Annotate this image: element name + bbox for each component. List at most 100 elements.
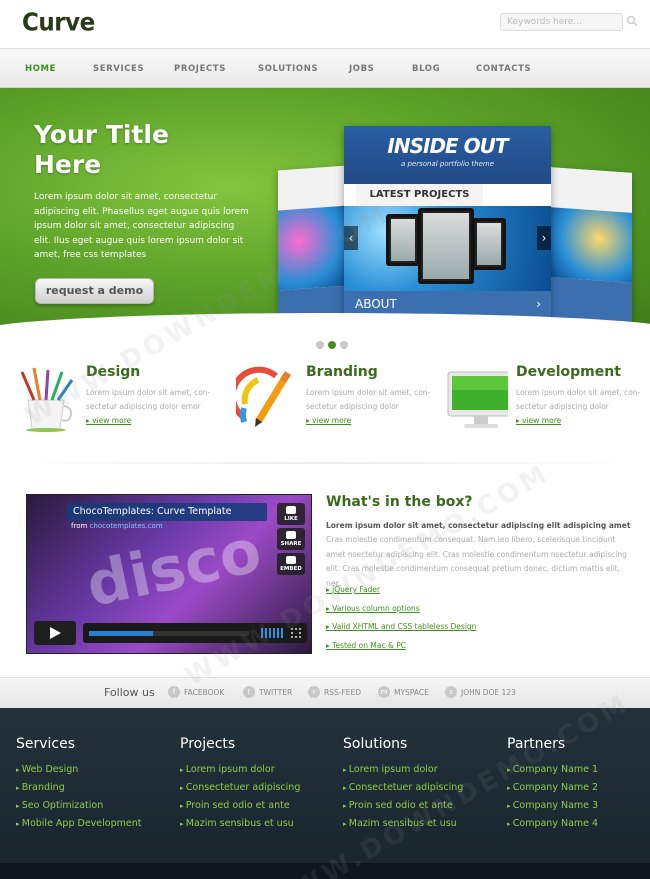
footer-link[interactable]: Mazim sensibus et usu bbox=[180, 815, 340, 833]
nav-item-solutions[interactable]: SOLUTIONS bbox=[258, 64, 318, 74]
footer-link[interactable]: Branding bbox=[16, 779, 176, 797]
box-lead: Lorem ipsum dolor sit amet, consectetur … bbox=[326, 521, 631, 530]
box-link[interactable]: jQuery Fader bbox=[326, 585, 380, 594]
slide-prev-arrow[interactable]: ‹ bbox=[344, 226, 358, 250]
nav-item-blog[interactable]: BLOG bbox=[412, 64, 440, 74]
footer-link[interactable]: Proin sed odio et ante bbox=[180, 797, 340, 815]
footer-bottom-bar bbox=[0, 863, 650, 879]
slider-dots bbox=[316, 341, 356, 351]
twitter-icon: t bbox=[243, 686, 255, 698]
slide-card-main[interactable]: INSIDE OUT a personal portfolio theme LA… bbox=[344, 126, 551, 326]
footer-col-services: Services Web Design Branding Seo Optimiz… bbox=[16, 736, 176, 833]
footer-col-projects: Projects Lorem ipsum dolor Consectetuer … bbox=[180, 736, 340, 833]
footer-col-solutions: Solutions Lorem ipsum dolor Consectetuer… bbox=[343, 736, 503, 833]
video-art: disco bbox=[80, 515, 268, 621]
footer-link[interactable]: Proin sed odio et ante bbox=[343, 797, 503, 815]
footer-link[interactable]: Lorem ipsum dolor bbox=[180, 761, 340, 779]
box-link[interactable]: Tested on Mac & PC bbox=[326, 641, 406, 650]
chevron-right-icon: › bbox=[536, 297, 541, 311]
video-source-link[interactable]: chocotemplates.com bbox=[90, 522, 163, 530]
social-twitter[interactable]: t TWITTER bbox=[243, 686, 292, 698]
footer-col-title: Solutions bbox=[343, 736, 408, 752]
slide-about-label: ABOUT bbox=[355, 297, 397, 311]
feature-text: Lorem ipsum dolor sit amet, con-sectetur… bbox=[516, 388, 641, 411]
video-player[interactable]: disco ChocoTemplates: Curve Template fro… bbox=[26, 494, 312, 654]
video-title[interactable]: ChocoTemplates: Curve Template bbox=[67, 503, 267, 521]
section-divider bbox=[20, 462, 630, 464]
video-source: from chocotemplates.com bbox=[71, 522, 163, 530]
footer-col-title: Partners bbox=[507, 736, 566, 752]
request-demo-button[interactable]: request a demo bbox=[35, 278, 154, 304]
search-icon[interactable] bbox=[626, 15, 638, 27]
footer-col-partners: Partners Company Name 1 Company Name 2 C… bbox=[507, 736, 650, 833]
tablet-image bbox=[472, 218, 506, 270]
skype-icon: s bbox=[445, 686, 457, 698]
search-input[interactable]: Keywords here... bbox=[500, 13, 623, 31]
nav-item-jobs[interactable]: JOBS bbox=[349, 64, 374, 74]
footer-link[interactable]: Consectetuer adipiscing bbox=[343, 779, 503, 797]
footer-link[interactable]: Consectetuer adipiscing bbox=[180, 779, 340, 797]
site-logo[interactable]: Curve bbox=[22, 9, 95, 38]
follow-label: Follow us bbox=[104, 686, 155, 699]
social-rss[interactable]: r RSS-FEED bbox=[308, 686, 361, 698]
footer-col-title: Services bbox=[16, 736, 76, 752]
feature-title: Branding bbox=[306, 364, 378, 380]
nav-item-contacts[interactable]: CONTACTS bbox=[476, 64, 531, 74]
footer-col-title: Projects bbox=[180, 736, 236, 752]
feature-text: Lorem ipsum dolor sit amet, con-sectetur… bbox=[306, 388, 431, 411]
nav-item-home[interactable]: HOME bbox=[25, 64, 56, 74]
feature-title: Development bbox=[516, 364, 621, 380]
slide-card-right[interactable] bbox=[550, 167, 632, 323]
slide-next-arrow[interactable]: › bbox=[537, 226, 551, 250]
footer: Services Web Design Branding Seo Optimiz… bbox=[0, 708, 650, 879]
feature-title: Design bbox=[86, 364, 141, 380]
footer-link[interactable]: Seo Optimization bbox=[16, 797, 176, 815]
paint-brushes-icon bbox=[20, 367, 74, 432]
slider-dot-active[interactable] bbox=[328, 341, 336, 349]
footer-link[interactable]: Web Design bbox=[16, 761, 176, 779]
tablet-image bbox=[418, 208, 474, 284]
footer-link[interactable]: Company Name 4 bbox=[507, 815, 650, 833]
social-facebook[interactable]: f FACEBOOK bbox=[168, 686, 224, 698]
footer-link[interactable]: Company Name 2 bbox=[507, 779, 650, 797]
monitor-icon bbox=[447, 371, 508, 428]
view-more-link[interactable]: view more bbox=[86, 416, 131, 425]
fullscreen-icon[interactable] bbox=[291, 628, 301, 638]
slide-card-header: INSIDE OUT a personal portfolio theme bbox=[344, 126, 551, 184]
volume-icon[interactable] bbox=[261, 628, 285, 638]
tablet-image bbox=[386, 214, 420, 266]
embed-button[interactable]: EMBED bbox=[277, 553, 305, 575]
social-myspace[interactable]: m MYSPACE bbox=[378, 686, 429, 698]
video-controls[interactable] bbox=[83, 623, 307, 643]
box-link[interactable]: Valid XHTML and CSS tableless Design bbox=[326, 622, 476, 631]
footer-link[interactable]: Mazim sensibus et usu bbox=[343, 815, 503, 833]
slider-dot[interactable] bbox=[340, 341, 348, 349]
follow-bar: Follow us f FACEBOOK t TWITTER r RSS-FEE… bbox=[0, 677, 650, 708]
like-button[interactable]: LIKE bbox=[277, 503, 305, 525]
play-button[interactable] bbox=[34, 621, 76, 645]
pencil-color-wheel-icon bbox=[236, 366, 291, 427]
myspace-icon: m bbox=[378, 686, 390, 698]
hero-text: Lorem ipsum dolor sit amet, consectetur … bbox=[34, 192, 249, 260]
nav-item-services[interactable]: SERVICES bbox=[93, 64, 144, 74]
hero-banner: Your Title Here Lorem ipsum dolor sit am… bbox=[0, 88, 650, 333]
feature-text: Lorem ipsum dolor sit amet, con-sectetur… bbox=[86, 388, 211, 411]
box-text: Cras molestie condimentum consequat. Nam… bbox=[326, 535, 627, 588]
footer-link[interactable]: Company Name 3 bbox=[507, 797, 650, 815]
view-more-link[interactable]: view more bbox=[516, 416, 561, 425]
slide-image bbox=[344, 206, 551, 291]
footer-link[interactable]: Lorem ipsum dolor bbox=[343, 761, 503, 779]
share-button[interactable]: SHARE bbox=[277, 528, 305, 550]
view-more-link[interactable]: view more bbox=[306, 416, 351, 425]
footer-link[interactable]: Company Name 1 bbox=[507, 761, 650, 779]
hero-title: Your Title Here bbox=[34, 120, 169, 179]
social-skype[interactable]: s JOHN DOE 123 bbox=[445, 686, 516, 698]
box-title: What's in the box? bbox=[326, 494, 473, 510]
slide-card-left[interactable] bbox=[278, 165, 348, 331]
box-link[interactable]: Various column options bbox=[326, 604, 420, 613]
footer-link[interactable]: Mobile App Development bbox=[16, 815, 176, 833]
feature-development: Development Lorem ipsum dolor sit amet, … bbox=[446, 364, 646, 434]
slider-dot[interactable] bbox=[316, 341, 324, 349]
nav-item-projects[interactable]: PROJECTS bbox=[174, 64, 226, 74]
slide-latest-label: LATEST PROJECTS bbox=[356, 184, 483, 206]
